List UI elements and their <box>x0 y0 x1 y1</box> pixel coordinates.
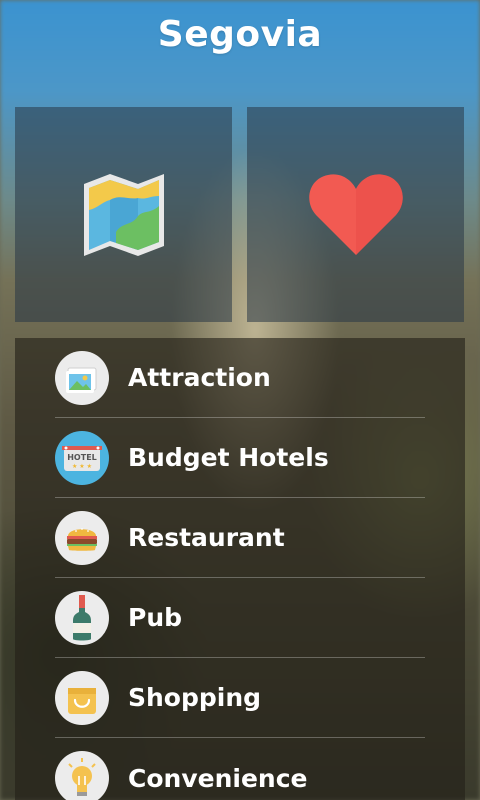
menu-item-restaurant[interactable]: Restaurant <box>55 498 425 578</box>
menu-item-pub[interactable]: Pub <box>55 578 425 658</box>
map-tile[interactable] <box>15 107 232 322</box>
menu-item-convenience[interactable]: Convenience <box>55 738 425 800</box>
shopping-bag-icon <box>55 670 109 725</box>
category-panel: Attraction HOTEL ★ ★ ★ Budget Hotels Res… <box>15 338 465 800</box>
menu-item-budget-hotels[interactable]: HOTEL ★ ★ ★ Budget Hotels <box>55 418 425 498</box>
lightbulb-icon <box>55 751 109 800</box>
svg-text:★ ★ ★: ★ ★ ★ <box>72 463 92 470</box>
favorites-tile[interactable] <box>247 107 464 322</box>
heart-icon <box>308 173 403 255</box>
svg-text:HOTEL: HOTEL <box>67 453 97 462</box>
menu-item-label: Budget Hotels <box>128 443 329 472</box>
menu-item-label: Convenience <box>128 763 308 793</box>
page-title: Segovia <box>157 14 323 55</box>
hotel-icon: HOTEL ★ ★ ★ <box>55 430 109 485</box>
menu-item-attraction[interactable]: Attraction <box>55 338 425 418</box>
menu-item-label: Restaurant <box>128 523 285 552</box>
menu-item-label: Attraction <box>128 363 271 392</box>
menu-item-label: Pub <box>128 603 183 632</box>
map-icon <box>83 173 164 256</box>
burger-icon <box>55 510 109 565</box>
menu-item-shopping[interactable]: Shopping <box>55 658 425 738</box>
menu-item-label: Shopping <box>128 683 262 712</box>
bottle-icon <box>55 590 109 645</box>
photo-icon <box>55 350 109 405</box>
